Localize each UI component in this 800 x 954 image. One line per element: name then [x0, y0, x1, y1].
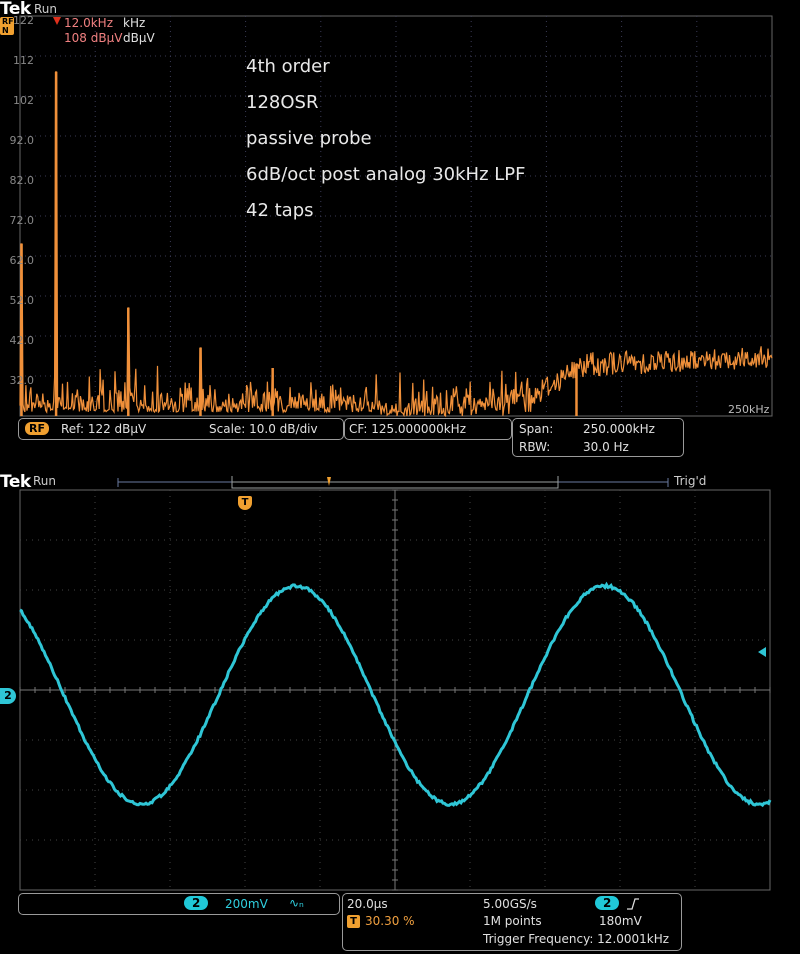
ref-level: Ref: 122 dBµV — [61, 422, 147, 436]
scope-brand-logo: Tek — [0, 472, 31, 492]
y-tick-label: 102 — [13, 94, 34, 107]
y-tick-label: 52.0 — [9, 294, 35, 307]
center-frequency: CF: 125.000000kHz — [349, 422, 467, 436]
scope-run-status: Run — [33, 474, 57, 488]
span-rbw-readout[interactable]: Span: 250.000kHz RBW: 30.0 Hz — [512, 418, 684, 457]
scope-graticule — [19, 489, 771, 891]
center-frequency-readout[interactable]: CF: 125.000000kHz — [344, 418, 512, 440]
span-key: Span: — [519, 422, 554, 436]
note-line-3: passive probe — [246, 128, 372, 149]
marker-level: 108 dBµV — [64, 31, 123, 45]
marker-frequency: 12.0kHz — [64, 16, 113, 30]
trigger-marker-icon[interactable]: T — [238, 496, 252, 510]
y-tick-label: 32.0 — [9, 374, 35, 387]
y-tick-label: 92.0 — [9, 134, 35, 147]
ref-scale-readout[interactable]: RF Ref: 122 dBµV Scale: 10.0 dB/div — [18, 418, 344, 440]
trigger-frequency: Trigger Frequency: 12.0001kHz — [483, 932, 670, 946]
y-tick-label: 82.0 — [9, 174, 35, 187]
spectrum-trace — [19, 71, 773, 418]
time-per-div: 20.0µs — [347, 897, 388, 911]
y-tick-label: 62.0 — [9, 254, 35, 267]
rising-edge-icon — [627, 898, 639, 910]
rbw-value: 30.0 Hz — [583, 440, 629, 454]
sample-rate: 5.00GS/s — [483, 897, 537, 911]
note-line-2: 128OSR — [246, 92, 319, 113]
note-line-1: 4th order — [246, 56, 330, 77]
channel-2-ground-marker[interactable]: 2 — [0, 688, 16, 704]
y-tick-label: 122 — [13, 14, 34, 27]
volts-per-div: 200mV — [225, 897, 268, 911]
note-line-5: 42 taps — [246, 200, 314, 221]
trigger-position-badge: T — [347, 915, 360, 928]
span-value: 250.000kHz — [583, 422, 655, 436]
trigger-position: 30.30 % — [365, 914, 415, 928]
channel-2-badge: 2 — [184, 896, 209, 910]
y-tick-label: 112 — [13, 54, 34, 67]
y-tick-label: 72.0 — [9, 214, 35, 227]
trigger-level: 180mV — [599, 914, 642, 928]
bandwidth-limit-icon: ∿ₙ — [289, 896, 304, 910]
span-end-label: 250kHz — [728, 403, 770, 416]
record-length: 1M points — [483, 914, 542, 928]
scale-value: Scale: 10.0 dB/div — [209, 422, 318, 436]
trigger-level-arrow-icon[interactable] — [758, 647, 766, 657]
trigger-status: Trig'd — [674, 474, 707, 488]
timebase-trigger-readout[interactable]: 20.0µs T 30.30 % 5.00GS/s 1M points 2 18… — [342, 893, 682, 951]
note-line-4: 6dB/oct post analog 30kHz LPF — [246, 164, 526, 185]
marker-icon[interactable] — [53, 17, 61, 25]
marker-level-unit: dBµV — [123, 31, 155, 45]
marker-frequency-unit: kHz — [123, 16, 146, 30]
channel-2-readout[interactable]: 2 200mV ∿ₙ — [18, 893, 340, 915]
rf-badge: RF — [25, 422, 49, 435]
y-tick-label: 42.0 — [9, 334, 35, 347]
trigger-channel-badge: 2 — [595, 896, 620, 910]
rbw-key: RBW: — [519, 440, 551, 454]
